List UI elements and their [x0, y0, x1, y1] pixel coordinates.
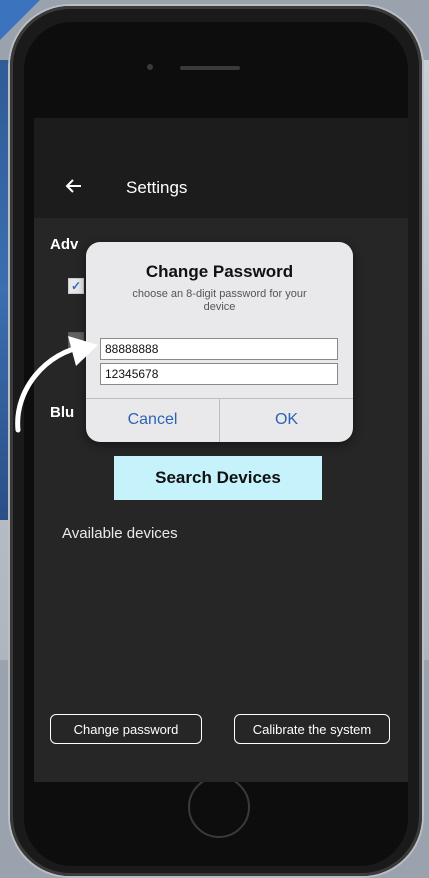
change-password-dialog: Change Password choose an 8-digit passwo… — [86, 242, 353, 442]
app-screen: Settings Adv ✓ Blu Search Devices Availa… — [34, 118, 408, 782]
curved-arrow-icon — [15, 336, 98, 433]
page-title: Settings — [126, 178, 188, 197]
dialog-title: Change Password — [145, 262, 294, 281]
dialog-subtitle: choose an 8-digit password for your devi… — [132, 288, 307, 313]
app-bar: Settings — [34, 118, 408, 218]
camera-icon — [147, 64, 153, 70]
calibrate-system-button[interactable]: Calibrate the system — [234, 714, 390, 744]
password-field[interactable]: 88888888 — [100, 338, 338, 360]
speaker-grille — [180, 66, 240, 70]
checkbox-checked-icon[interactable]: ✓ — [68, 278, 84, 294]
home-button[interactable] — [188, 776, 250, 838]
change-password-button[interactable]: Change password — [50, 714, 202, 744]
search-devices-button[interactable]: Search Devices — [114, 456, 322, 500]
ok-button[interactable]: OK — [220, 398, 353, 442]
available-devices-label: Available devices — [62, 525, 178, 542]
confirm-password-field[interactable]: 12345678 — [100, 363, 338, 385]
arrow-left-icon[interactable] — [64, 176, 84, 196]
section-advanced-label: Adv — [50, 236, 79, 253]
